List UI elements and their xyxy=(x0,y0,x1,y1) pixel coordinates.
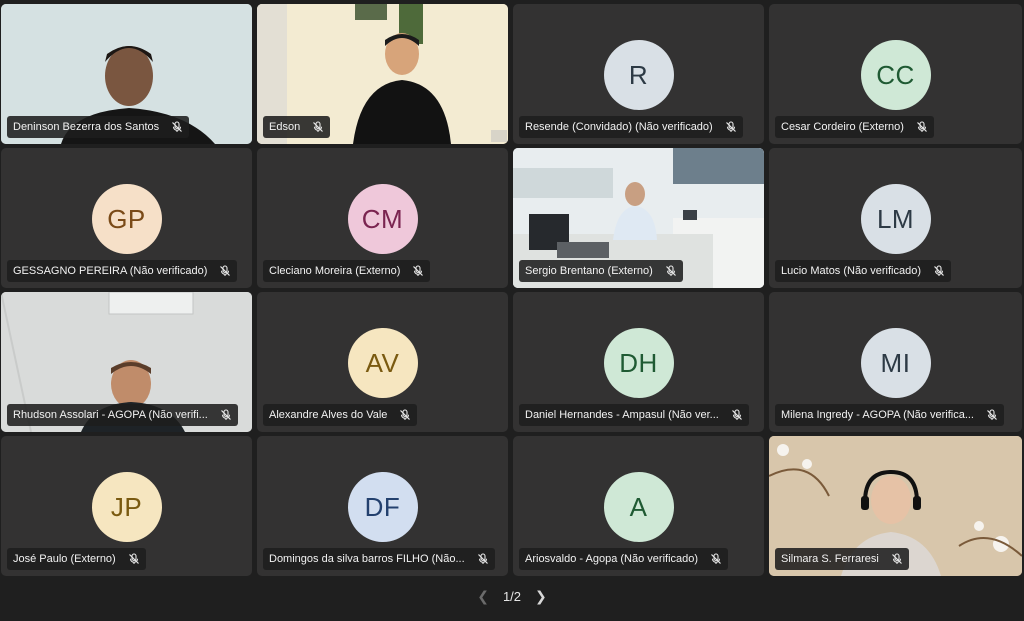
participant-tile[interactable]: A Ariosvaldo - Agopa (Não verificado) xyxy=(513,436,764,576)
mic-off-icon xyxy=(665,265,677,277)
avatar: CC xyxy=(860,40,931,110)
mic-off-icon xyxy=(477,553,489,565)
mic-off-icon xyxy=(128,553,140,565)
participant-name: Edson xyxy=(269,121,301,133)
mic-off-icon xyxy=(891,553,903,565)
participant-name-tag: Milena Ingredy - AGOPA (Não verifica... xyxy=(775,404,1004,426)
avatar: DF xyxy=(347,472,418,542)
participant-name-tag: Silmara S. Ferraresi xyxy=(775,548,909,570)
mic-off-icon xyxy=(731,409,743,421)
participant-name: Ariosvaldo - Agopa (Não verificado) xyxy=(525,553,699,565)
mic-off-icon xyxy=(220,409,232,421)
chevron-left-icon[interactable]: ❮ xyxy=(477,588,489,605)
participant-name-tag: Domingos da silva barros FILHO (Não... xyxy=(263,548,495,570)
participant-name-tag: Edson xyxy=(263,116,331,138)
participant-name: Domingos da silva barros FILHO (Não... xyxy=(269,553,465,565)
participant-tile[interactable]: MI Milena Ingredy - AGOPA (Não verifica..… xyxy=(769,292,1022,432)
participant-name-tag: José Paulo (Externo) xyxy=(7,548,146,570)
participant-name-tag: Ariosvaldo - Agopa (Não verificado) xyxy=(519,548,729,570)
participant-name-tag: Cesar Cordeiro (Externo) xyxy=(775,116,934,138)
participant-name-tag: Resende (Convidado) (Não verificado) xyxy=(519,116,743,138)
mic-off-icon xyxy=(933,265,945,277)
participant-name: Sergio Brentano (Externo) xyxy=(525,265,653,277)
participant-tile[interactable]: CC Cesar Cordeiro (Externo) xyxy=(769,4,1022,144)
avatar: JP xyxy=(91,472,162,542)
mic-off-icon xyxy=(312,121,324,133)
avatar: GP xyxy=(91,184,162,254)
avatar: R xyxy=(603,40,674,110)
participant-name: José Paulo (Externo) xyxy=(13,553,116,565)
participant-grid: Deninson Bezerra dos Santos Edson R Resende… xyxy=(0,4,1024,576)
mic-off-icon xyxy=(412,265,424,277)
mic-off-icon xyxy=(986,409,998,421)
participant-tile[interactable]: Edson xyxy=(257,4,508,144)
participant-name-tag: Cleciano Moreira (Externo) xyxy=(263,260,431,282)
participant-name: Rhudson Assolari - AGOPA (Não verifi... xyxy=(13,409,208,421)
participant-tile[interactable]: R Resende (Convidado) (Não verificado) xyxy=(513,4,764,144)
avatar: LM xyxy=(860,184,931,254)
participant-tile[interactable]: GP GESSAGNO PEREIRA (Não verificado) xyxy=(1,148,252,288)
participant-name: Silmara S. Ferraresi xyxy=(781,553,879,565)
participant-tile[interactable]: JP José Paulo (Externo) xyxy=(1,436,252,576)
mic-off-icon xyxy=(916,121,928,133)
participant-name: GESSAGNO PEREIRA (Não verificado) xyxy=(13,265,208,277)
avatar: A xyxy=(603,472,674,542)
participant-tile[interactable]: LM Lucio Matos (Não verificado) xyxy=(769,148,1022,288)
chevron-right-icon[interactable]: ❯ xyxy=(535,588,547,605)
page-indicator: 1/2 xyxy=(502,589,522,604)
participant-tile[interactable]: AV Alexandre Alves do Vale xyxy=(257,292,508,432)
participant-tile[interactable]: DH Daniel Hernandes - Ampasul (Não ver... xyxy=(513,292,764,432)
participant-tile[interactable]: DF Domingos da silva barros FILHO (Não... xyxy=(257,436,508,576)
participant-name: Lucio Matos (Não verificado) xyxy=(781,265,922,277)
participant-name: Daniel Hernandes - Ampasul (Não ver... xyxy=(525,409,719,421)
participant-name: Alexandre Alves do Vale xyxy=(269,409,388,421)
avatar: AV xyxy=(347,328,418,398)
participant-name-tag: Rhudson Assolari - AGOPA (Não verifi... xyxy=(7,404,238,426)
participant-name-tag: Lucio Matos (Não verificado) xyxy=(775,260,952,282)
avatar: CM xyxy=(347,184,418,254)
participant-name: Resende (Convidado) (Não verificado) xyxy=(525,121,713,133)
participant-name: Cleciano Moreira (Externo) xyxy=(269,265,401,277)
participant-name: Cesar Cordeiro (Externo) xyxy=(781,121,904,133)
participant-tile[interactable]: Rhudson Assolari - AGOPA (Não verifi... xyxy=(1,292,252,432)
participant-name-tag: Alexandre Alves do Vale xyxy=(263,404,418,426)
participant-tile[interactable]: CM Cleciano Moreira (Externo) xyxy=(257,148,508,288)
participant-tile[interactable]: Silmara S. Ferraresi xyxy=(769,436,1022,576)
avatar: MI xyxy=(860,328,931,398)
participant-name: Milena Ingredy - AGOPA (Não verifica... xyxy=(781,409,974,421)
participant-name-tag: Sergio Brentano (Externo) xyxy=(519,260,683,282)
pagination: ❮ 1/2 ❯ xyxy=(0,588,1024,605)
mic-off-icon xyxy=(399,409,411,421)
mic-off-icon xyxy=(171,121,183,133)
mic-off-icon xyxy=(219,265,231,277)
mic-off-icon xyxy=(710,553,722,565)
mic-off-icon xyxy=(725,121,737,133)
participant-name-tag: Deninson Bezerra dos Santos xyxy=(7,116,190,138)
participant-tile[interactable]: Deninson Bezerra dos Santos xyxy=(1,4,252,144)
participant-name-tag: GESSAGNO PEREIRA (Não verificado) xyxy=(7,260,238,282)
participant-name-tag: Daniel Hernandes - Ampasul (Não ver... xyxy=(519,404,749,426)
participant-name: Deninson Bezerra dos Santos xyxy=(13,121,160,133)
avatar: DH xyxy=(603,328,674,398)
participant-tile[interactable]: Sergio Brentano (Externo) xyxy=(513,148,764,288)
